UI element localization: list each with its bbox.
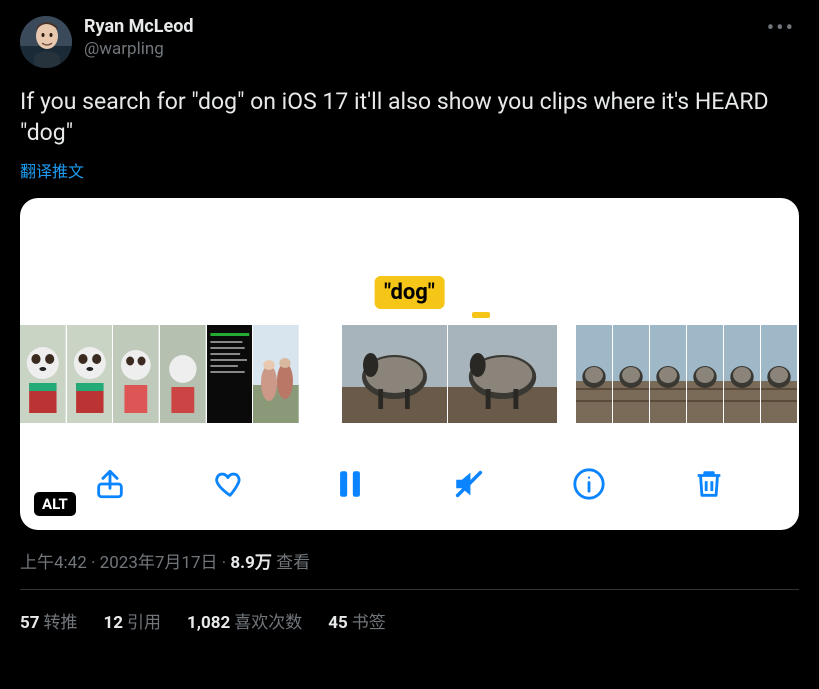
tweet-text: If you search for "dog" on iOS 17 it'll … bbox=[20, 86, 799, 148]
thumbnail bbox=[613, 325, 650, 423]
translate-link[interactable]: 翻译推文 bbox=[20, 158, 84, 182]
thumbnail bbox=[761, 325, 798, 423]
stat-bookmarks[interactable]: 45书签 bbox=[328, 608, 386, 633]
thumbnail bbox=[448, 325, 558, 423]
views-label: 查看 bbox=[276, 553, 310, 573]
thumbnail bbox=[113, 325, 160, 423]
views-count: 8.9万 bbox=[230, 553, 271, 573]
info-icon[interactable] bbox=[569, 464, 609, 504]
meta-time: 上午4:42 bbox=[20, 553, 87, 573]
tweet-header: Ryan McLeod @warpling ••• bbox=[20, 16, 799, 68]
more-icon[interactable]: ••• bbox=[763, 16, 799, 41]
caption-pill: "dog" bbox=[374, 276, 445, 309]
media-attachment[interactable]: "dog" bbox=[20, 198, 799, 530]
thumbnail bbox=[687, 325, 724, 423]
thumbnail bbox=[724, 325, 761, 423]
thumbnail bbox=[576, 325, 613, 423]
clip-group-2 bbox=[338, 325, 558, 423]
stats-row: 57转推 12引用 1,082喜欢次数 45书签 bbox=[20, 590, 799, 633]
avatar[interactable] bbox=[20, 16, 72, 68]
share-icon[interactable] bbox=[90, 464, 130, 504]
thumbnail bbox=[67, 325, 114, 423]
mute-icon[interactable] bbox=[449, 464, 489, 504]
stat-retweets[interactable]: 57转推 bbox=[20, 608, 78, 633]
video-timeline-strip bbox=[20, 325, 799, 423]
thumbnail bbox=[253, 325, 300, 423]
media-toolbar bbox=[20, 464, 799, 504]
display-name: Ryan McLeod bbox=[84, 16, 763, 38]
alt-badge[interactable]: ALT bbox=[34, 492, 76, 516]
thumbnail bbox=[338, 325, 448, 423]
user-handle: @warpling bbox=[84, 38, 763, 60]
thumbnail bbox=[650, 325, 687, 423]
thumbnail bbox=[207, 325, 254, 423]
heart-icon[interactable] bbox=[210, 464, 250, 504]
meta-date: 2023年7月17日 bbox=[100, 553, 218, 573]
trash-icon[interactable] bbox=[689, 464, 729, 504]
pause-icon[interactable] bbox=[330, 464, 370, 504]
stat-likes[interactable]: 1,082喜欢次数 bbox=[187, 608, 302, 633]
stat-quotes[interactable]: 12引用 bbox=[104, 608, 162, 633]
user-names[interactable]: Ryan McLeod @warpling bbox=[84, 16, 763, 60]
tweet-container: Ryan McLeod @warpling ••• If you search … bbox=[0, 0, 819, 633]
thumbnail bbox=[160, 325, 207, 423]
clip-group-3 bbox=[576, 325, 799, 423]
tweet-meta[interactable]: 上午4:42 · 2023年7月17日 · 8.9万 查看 bbox=[20, 548, 799, 573]
thumbnail bbox=[20, 325, 67, 423]
clip-group-1 bbox=[20, 325, 300, 423]
timeline-marker bbox=[472, 312, 490, 318]
